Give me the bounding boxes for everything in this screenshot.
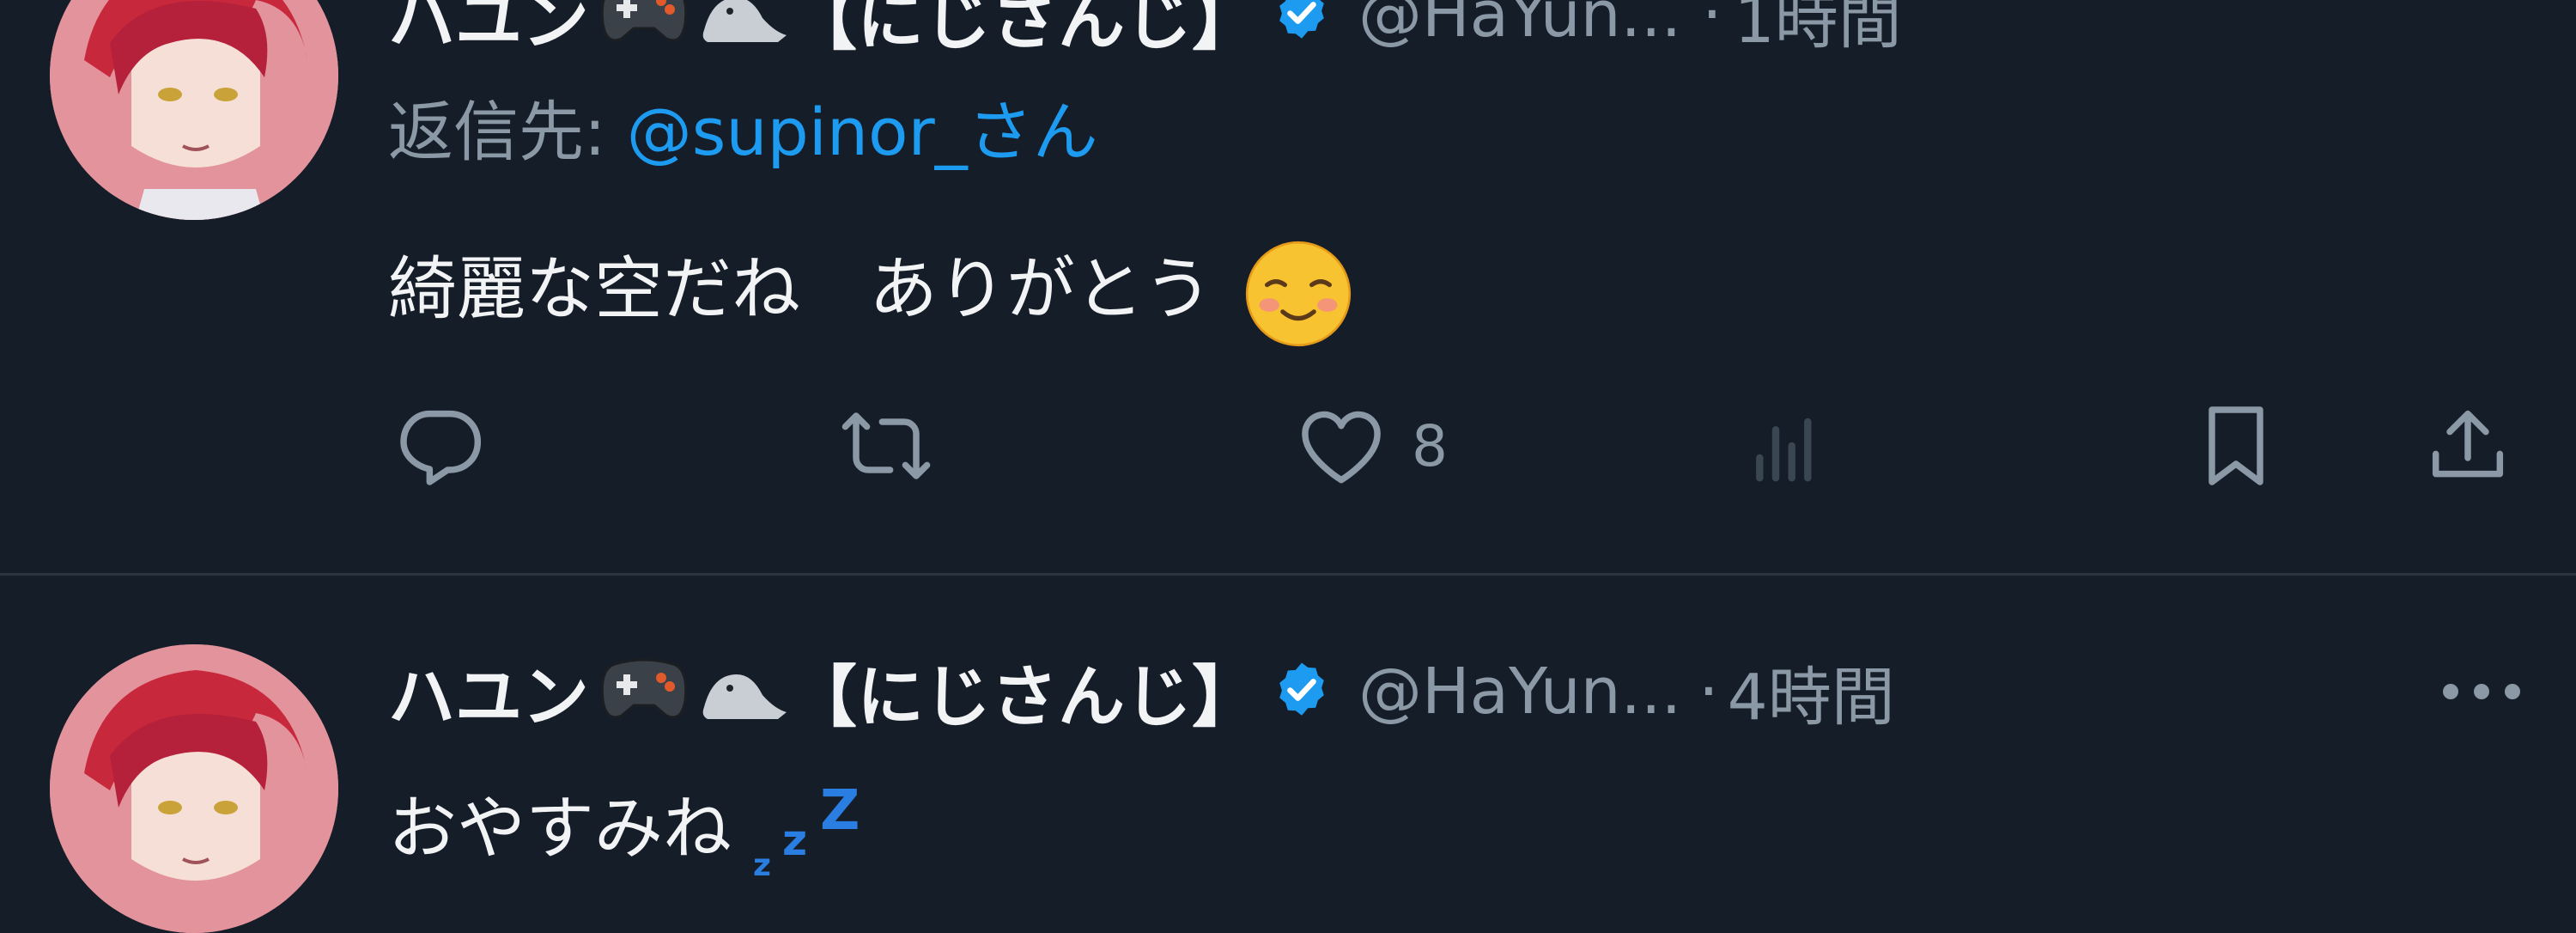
like-count: 8 bbox=[1412, 412, 1448, 479]
seal-icon bbox=[696, 656, 790, 728]
share-button[interactable] bbox=[2420, 398, 2516, 494]
like-button[interactable]: 8 bbox=[1293, 398, 1448, 494]
gamepad-icon bbox=[599, 0, 689, 51]
sleeping-zzz-icon: zzZ bbox=[753, 779, 873, 883]
avatar[interactable] bbox=[50, 0, 338, 220]
gamepad-icon bbox=[599, 656, 689, 728]
share-icon bbox=[2432, 410, 2504, 478]
tweet-text-content: おやすみね bbox=[388, 789, 732, 869]
tweet-divider bbox=[0, 573, 2576, 576]
tweet-text-content: 綺麗な空だね ありがとう bbox=[388, 249, 1212, 329]
display-name[interactable]: ハユン bbox=[388, 643, 589, 740]
timestamp[interactable]: 4時間 bbox=[1728, 646, 1895, 738]
tweet-header: ハユン 【にじさんじ】 @HaYun... · 1時間 bbox=[388, 0, 1902, 59]
reply-mention-link[interactable]: @supinor_さん bbox=[627, 94, 1098, 170]
bookmark-button[interactable] bbox=[2188, 398, 2284, 494]
handle[interactable]: @HaYun... bbox=[1358, 655, 1681, 729]
tweet-header: ハユン 【にじさんじ】 @HaYun... · 4時間 bbox=[388, 653, 1895, 736]
seal-icon bbox=[696, 0, 790, 51]
bookmark-icon bbox=[2208, 406, 2263, 485]
more-button[interactable] bbox=[2430, 662, 2533, 725]
reply-prefix: 返信先: bbox=[388, 94, 627, 170]
more-icon bbox=[2443, 684, 2520, 699]
verified-badge-icon bbox=[1271, 0, 1333, 47]
avatar[interactable] bbox=[50, 644, 338, 933]
separator-dot: · bbox=[1702, 0, 1722, 52]
retweet-button[interactable] bbox=[838, 398, 934, 494]
reply-icon bbox=[400, 410, 482, 485]
handle[interactable]: @HaYun... bbox=[1358, 0, 1681, 52]
smiling-face-icon bbox=[1242, 238, 1354, 350]
tweet-text: おやすみね zzZ bbox=[388, 773, 873, 883]
brand-label[interactable]: 【にじさんじ】 bbox=[790, 643, 1259, 740]
brand-label[interactable]: 【にじさんじ】 bbox=[790, 0, 1259, 63]
tweet-text: 綺麗な空だね ありがとう bbox=[388, 234, 1354, 350]
svg-text:z: z bbox=[753, 848, 771, 881]
views-icon bbox=[1756, 418, 1812, 482]
views-button[interactable] bbox=[1740, 398, 1836, 494]
svg-text:Z: Z bbox=[820, 786, 860, 843]
retweet-icon bbox=[841, 412, 931, 479]
reply-button[interactable] bbox=[392, 398, 488, 494]
svg-text:z: z bbox=[782, 815, 807, 865]
display-name[interactable]: ハユン bbox=[388, 0, 589, 63]
verified-badge-icon bbox=[1271, 659, 1333, 724]
timestamp[interactable]: 1時間 bbox=[1735, 0, 1902, 61]
reply-to-line: 返信先: @supinor_さん bbox=[388, 79, 1098, 174]
heart-icon bbox=[1302, 411, 1381, 484]
separator-dot: · bbox=[1698, 655, 1719, 729]
